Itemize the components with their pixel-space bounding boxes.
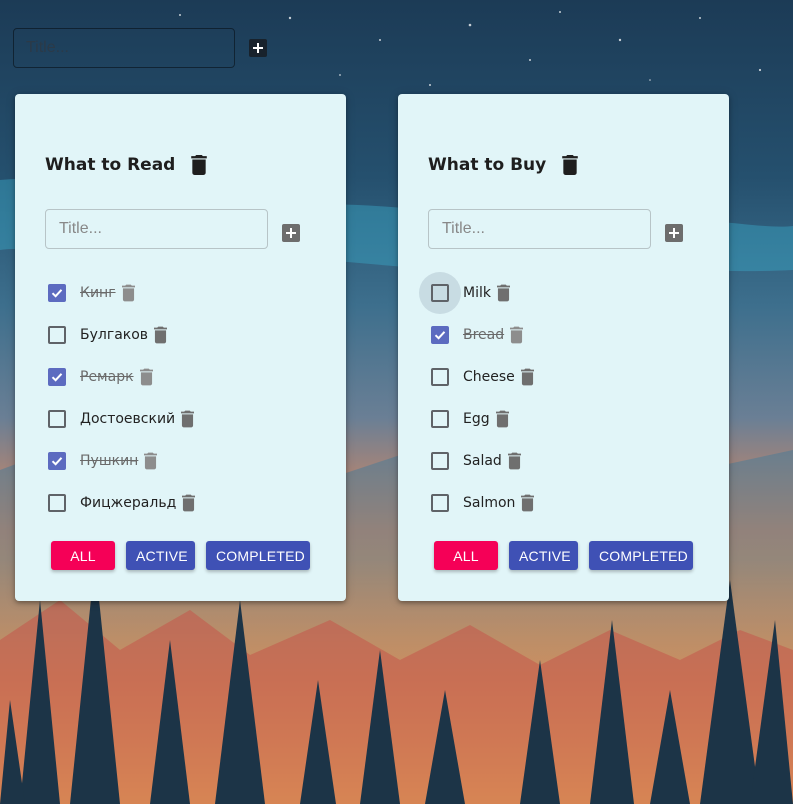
delete-task-trash-icon[interactable] xyxy=(144,452,158,470)
task-text[interactable]: Пушкин xyxy=(80,453,138,469)
card-header: What to Buy xyxy=(428,153,579,177)
delete-task-trash-icon[interactable] xyxy=(507,452,521,470)
delete-task-trash-icon[interactable] xyxy=(181,410,195,428)
task-text[interactable]: Ремарк xyxy=(80,369,134,385)
add-task-icon[interactable] xyxy=(282,224,300,242)
task-text[interactable]: Salad xyxy=(463,453,502,469)
task-text[interactable]: Кинг xyxy=(80,285,116,301)
delete-task-trash-icon[interactable] xyxy=(182,494,196,512)
task-item: Фицжеральд xyxy=(45,482,196,524)
delete-task-trash-icon[interactable] xyxy=(510,326,524,344)
todolist-card-buy: What to Buy Milk Bread Cheese Egg S xyxy=(398,94,729,601)
global-add-form xyxy=(13,28,267,68)
task-item: Пушкин xyxy=(45,440,195,482)
delete-task-trash-icon[interactable] xyxy=(520,368,534,386)
todolist-card-read: What to Read Кинг Булгаков Ремарк Достое… xyxy=(15,94,346,601)
check-icon xyxy=(51,289,63,298)
new-task-input[interactable] xyxy=(45,209,268,249)
filter-buttons: ALL ACTIVE COMPLETED xyxy=(51,541,310,570)
task-item: Cheese xyxy=(428,356,534,398)
task-checkbox[interactable] xyxy=(48,452,66,470)
task-item: Milk xyxy=(419,272,534,314)
delete-task-trash-icon[interactable] xyxy=(154,326,168,344)
delete-task-trash-icon[interactable] xyxy=(496,284,510,302)
list-title: What to Read xyxy=(45,155,176,175)
task-checkbox[interactable] xyxy=(431,452,449,470)
filter-completed-button[interactable]: COMPLETED xyxy=(589,541,693,570)
add-task-icon[interactable] xyxy=(665,224,683,242)
task-item: Кинг xyxy=(45,272,195,314)
new-task-input[interactable] xyxy=(428,209,651,249)
delete-list-trash-icon[interactable] xyxy=(191,155,208,175)
filter-all-button[interactable]: ALL xyxy=(434,541,498,570)
task-list: Кинг Булгаков Ремарк Достоевский Пушкин … xyxy=(45,272,196,524)
add-task-form xyxy=(45,209,300,249)
task-item: Salmon xyxy=(428,482,535,524)
task-text[interactable]: Фицжеральд xyxy=(80,495,176,511)
task-checkbox[interactable] xyxy=(48,326,66,344)
task-item: Ремарк xyxy=(45,356,195,398)
task-text[interactable]: Cheese xyxy=(463,369,515,385)
task-item: Достоевский xyxy=(45,398,195,440)
task-text[interactable]: Egg xyxy=(463,411,490,427)
task-checkbox[interactable] xyxy=(431,368,449,386)
task-checkbox[interactable] xyxy=(431,494,449,512)
task-checkbox[interactable] xyxy=(431,410,449,428)
delete-list-trash-icon[interactable] xyxy=(562,155,579,175)
delete-task-trash-icon[interactable] xyxy=(121,284,135,302)
task-text[interactable]: Salmon xyxy=(463,495,515,511)
check-icon xyxy=(51,457,63,466)
filter-active-button[interactable]: ACTIVE xyxy=(509,541,578,570)
task-item: Булгаков xyxy=(45,314,195,356)
card-header: What to Read xyxy=(45,153,208,177)
task-item: Salad xyxy=(428,440,534,482)
task-text[interactable]: Достоевский xyxy=(80,411,175,427)
delete-task-trash-icon[interactable] xyxy=(495,410,509,428)
task-checkbox[interactable] xyxy=(48,284,66,302)
task-checkbox[interactable] xyxy=(48,494,66,512)
filter-active-button[interactable]: ACTIVE xyxy=(126,541,195,570)
task-item: Egg xyxy=(428,398,534,440)
check-icon xyxy=(434,331,446,340)
task-text[interactable]: Milk xyxy=(463,285,491,301)
task-checkbox[interactable] xyxy=(48,410,66,428)
task-list: Milk Bread Cheese Egg Salad Salmon xyxy=(419,272,535,524)
task-text[interactable]: Bread xyxy=(463,327,504,343)
filter-completed-button[interactable]: COMPLETED xyxy=(206,541,310,570)
delete-task-trash-icon[interactable] xyxy=(139,368,153,386)
add-task-form xyxy=(428,209,683,249)
task-checkbox[interactable] xyxy=(431,284,449,302)
delete-task-trash-icon[interactable] xyxy=(521,494,535,512)
filter-all-button[interactable]: ALL xyxy=(51,541,115,570)
new-list-title-input[interactable] xyxy=(13,28,235,68)
task-item: Bread xyxy=(428,314,534,356)
list-title: What to Buy xyxy=(428,155,547,175)
task-checkbox[interactable] xyxy=(431,326,449,344)
task-text[interactable]: Булгаков xyxy=(80,327,148,343)
check-icon xyxy=(51,373,63,382)
filter-buttons: ALL ACTIVE COMPLETED xyxy=(434,541,693,570)
add-list-icon[interactable] xyxy=(249,39,267,57)
task-checkbox[interactable] xyxy=(48,368,66,386)
